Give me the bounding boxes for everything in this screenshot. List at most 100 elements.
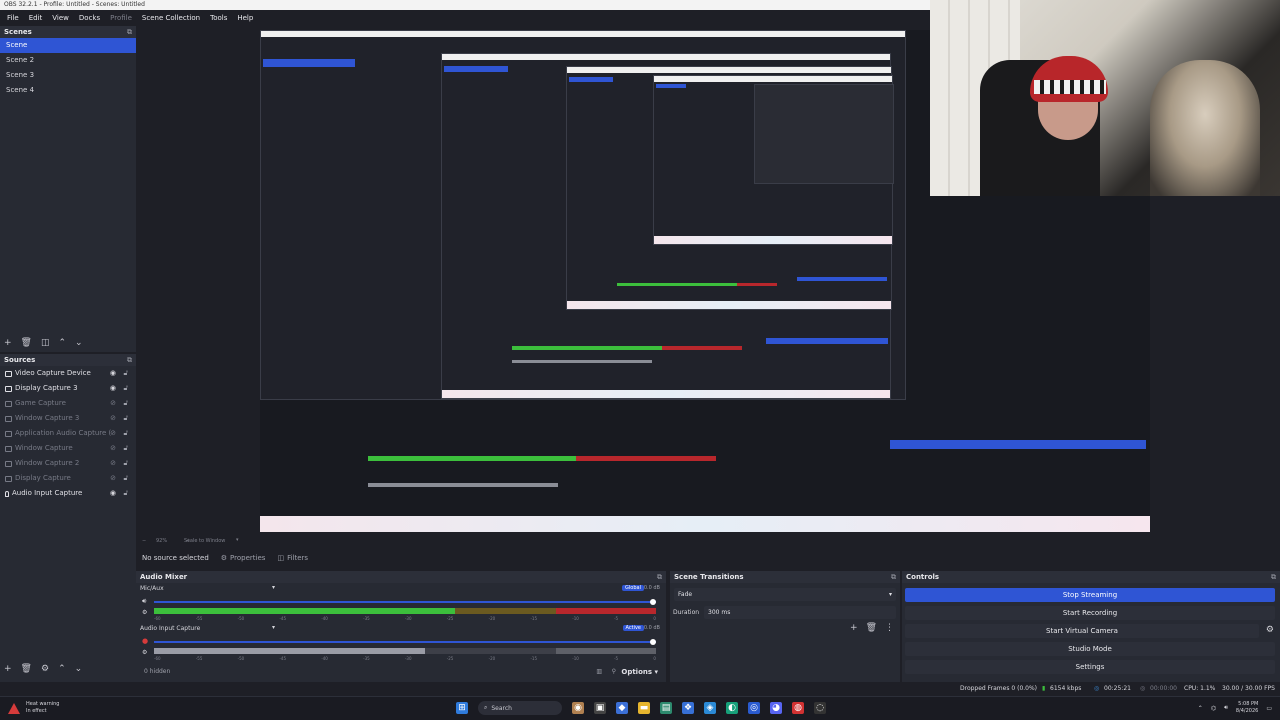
more-icon[interactable]: ⋮ [885, 623, 894, 633]
filter-icon[interactable]: ◫ [41, 338, 50, 348]
windows-start-icon[interactable]: ⊞ [456, 702, 468, 714]
eye-hidden-icon[interactable]: ⊘ [110, 411, 116, 426]
popout-icon[interactable]: ⧉ [657, 571, 662, 583]
settings-icon[interactable]: ⚙ [142, 609, 147, 616]
eye-hidden-icon[interactable]: ⊘ [110, 471, 116, 486]
clock[interactable]: 5:08 PM 8/4/2026 [1236, 701, 1258, 715]
popout-icon[interactable]: ⧉ [891, 571, 896, 583]
arrow-down-icon[interactable]: ⌄ [75, 338, 83, 348]
volume-icon[interactable]: 🔊︎ [1224, 704, 1228, 712]
app-icon[interactable]: ▤ [660, 702, 672, 714]
chrome-icon[interactable]: ◍ [792, 702, 804, 714]
link-icon[interactable]: ⚲ [612, 668, 616, 675]
eye-icon[interactable]: ◉ [110, 486, 116, 501]
start-virtual-camera-button[interactable]: Start Virtual Camera [905, 624, 1259, 638]
volume-knob[interactable] [650, 639, 656, 645]
source-item[interactable]: Display Capture 3 ◉ 🔓︎ [0, 381, 136, 396]
scene-item[interactable]: Scene 3 [0, 68, 136, 83]
popout-icon[interactable]: ⧉ [1271, 571, 1276, 583]
options-button[interactable]: Options ▾ [621, 668, 658, 676]
dropbox-icon[interactable]: ❖ [682, 702, 694, 714]
eye-hidden-icon[interactable]: ⊘ [110, 426, 116, 441]
lock-icon[interactable]: 🔓︎ [123, 381, 128, 396]
gear-icon[interactable]: ⚙ [41, 664, 49, 674]
start-recording-button[interactable]: Start Recording [905, 606, 1275, 620]
menu-view[interactable]: View [47, 11, 74, 25]
menu-edit[interactable]: Edit [24, 11, 48, 25]
lock-icon[interactable]: 🔓︎ [123, 426, 128, 441]
eye-hidden-icon[interactable]: ⊘ [110, 441, 116, 456]
trash-icon[interactable]: 🗑 [866, 623, 877, 633]
menu-help[interactable]: Help [232, 11, 258, 25]
source-item[interactable]: Video Capture Device ◉ 🔓︎ [0, 366, 136, 381]
notification-icon[interactable]: ▭ [1266, 705, 1272, 712]
popout-icon[interactable]: ⧉ [127, 354, 132, 366]
source-item[interactable]: Window Capture 2 ⊘ 🔓︎ [0, 456, 136, 471]
edge-icon[interactable]: ◐ [726, 702, 738, 714]
obs-icon[interactable]: ◌ [814, 702, 826, 714]
chevron-down-icon[interactable]: ▾ [272, 624, 275, 631]
eye-icon[interactable]: ◉ [110, 366, 116, 381]
lock-icon[interactable]: 🔓︎ [123, 411, 128, 426]
duration-input[interactable]: 300 ms [704, 606, 896, 619]
scene-item[interactable]: Scene [0, 38, 136, 53]
volume-slider[interactable] [154, 639, 656, 645]
chevron-down-icon[interactable]: ▾ [272, 584, 275, 591]
menu-scene-collection[interactable]: Scene Collection [137, 11, 205, 25]
lock-icon[interactable]: 🔓︎ [123, 396, 128, 411]
trash-icon[interactable]: 🗑 [21, 338, 32, 348]
source-item[interactable]: Window Capture ⊘ 🔓︎ [0, 441, 136, 456]
network-icon[interactable]: ⌬ [1211, 705, 1216, 712]
taskbar-search[interactable]: ⌕ Search [478, 701, 562, 715]
browser-icon[interactable]: ◆ [616, 702, 628, 714]
menu-docks[interactable]: Docks [74, 11, 105, 25]
source-item[interactable]: Audio Input Capture ◉ 🔓︎ [0, 486, 136, 501]
chevron-up-icon[interactable]: ⌃ [1198, 705, 1203, 712]
gear-icon[interactable]: ⚙ [1266, 625, 1274, 635]
eye-hidden-icon[interactable]: ⊘ [110, 396, 116, 411]
arrow-up-icon[interactable]: ⌃ [58, 664, 66, 674]
lock-icon[interactable]: 🔓︎ [123, 366, 128, 381]
eye-icon[interactable]: ◉ [110, 381, 116, 396]
steam-icon[interactable]: ◎ [748, 702, 760, 714]
chevron-down-icon[interactable]: ▾ [236, 537, 239, 543]
scene-item[interactable]: Scene 2 [0, 53, 136, 68]
eye-hidden-icon[interactable]: ⊘ [110, 456, 116, 471]
popout-icon[interactable]: ⧉ [127, 26, 132, 38]
add-icon[interactable]: + [4, 664, 12, 674]
file-explorer-icon[interactable]: ▬ [638, 702, 650, 714]
lock-icon[interactable]: 🔓︎ [123, 486, 128, 501]
source-item[interactable]: Game Capture ⊘ 🔓︎ [0, 396, 136, 411]
volume-slider[interactable] [154, 599, 656, 605]
discord-icon[interactable]: ◕ [770, 702, 782, 714]
arrow-up-icon[interactable]: ⌃ [59, 338, 67, 348]
weather-widget[interactable]: Heat warning In effect [8, 701, 59, 715]
source-item[interactable]: Window Capture 3 ⊘ 🔓︎ [0, 411, 136, 426]
speaker-icon[interactable]: 🔊︎ [142, 597, 146, 606]
add-icon[interactable]: + [4, 338, 12, 348]
mic-muted-icon[interactable]: ● [142, 637, 148, 645]
filters-button[interactable]: ◫ Filters [277, 554, 308, 562]
transition-select[interactable]: Fade ▾ [674, 588, 896, 601]
menu-profile[interactable]: Profile [105, 11, 137, 25]
source-item[interactable]: Application Audio Capture (BE ⊘ 🔓︎ [0, 426, 136, 441]
widgets-icon[interactable]: ◉ [572, 702, 584, 714]
stop-streaming-button[interactable]: Stop Streaming [905, 588, 1275, 602]
scene-item[interactable]: Scene 4 [0, 83, 136, 98]
menu-file[interactable]: File [2, 11, 24, 25]
scale-mode[interactable]: Scale to Window [184, 538, 225, 544]
arrow-down-icon[interactable]: ⌄ [75, 664, 83, 674]
task-view-icon[interactable]: ▣ [594, 702, 606, 714]
source-item[interactable]: Display Capture ⊘ 🔓︎ [0, 471, 136, 486]
trash-icon[interactable]: 🗑 [21, 664, 32, 674]
lock-icon[interactable]: 🔓︎ [123, 471, 128, 486]
settings-button[interactable]: Settings [905, 660, 1275, 674]
volume-knob[interactable] [650, 599, 656, 605]
studio-mode-button[interactable]: Studio Mode [905, 642, 1275, 656]
lock-icon[interactable]: 🔓︎ [123, 456, 128, 471]
zoom-minus-icon[interactable]: − [142, 538, 146, 544]
layout-icon[interactable]: ▥ [596, 668, 602, 675]
menu-tools[interactable]: Tools [205, 11, 232, 25]
properties-button[interactable]: ⚙ Properties [221, 554, 266, 562]
settings-icon[interactable]: ⚙ [142, 649, 147, 656]
